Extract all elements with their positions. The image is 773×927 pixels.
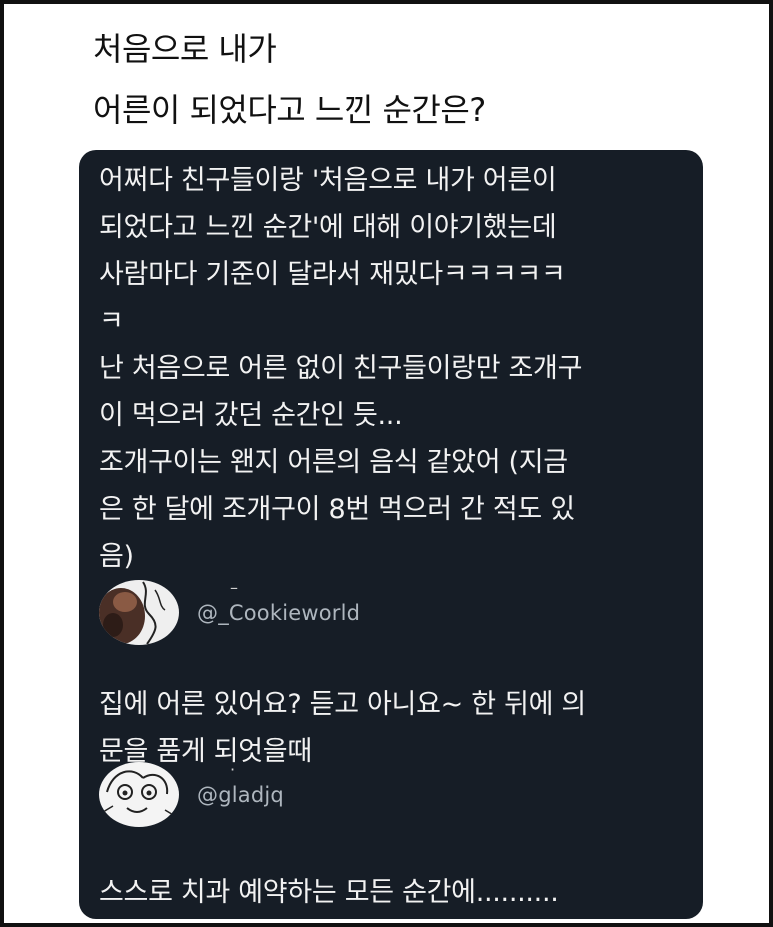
page-title-line-1: 처음으로 내가 [93,30,277,68]
tweet-text-2: 집에 어른 있어요? 듣고 아니요~ 한 뒤에 의 문을 품게 되엇을때 [99,689,586,767]
tweet-text-1: 어쩌다 친구들이랑 '처음으로 내가 어른이 되었다고 느낀 순간'에 대해 이… [99,165,583,572]
author-name-2: – [230,578,238,597]
author-handle-3[interactable]: @gladjq [197,783,284,807]
author-name-3: · [230,760,236,779]
screenshot-frame: 처음으로 내가 어른이 되었다고 느낀 순간은? 어쩌다 친구들이랑 '처음으로… [0,0,773,927]
page-title-line-2: 어른이 되었다고 느낀 순간은? [93,91,486,129]
tweet-text-3: 스스로 치과 예약하는 모든 순간에.......... [99,877,559,908]
cartoon-character-avatar[interactable] [99,762,179,827]
author-handle-2[interactable]: @_Cookieworld [197,601,360,625]
tweet-thread-card[interactable]: 어쩌다 친구들이랑 '처음으로 내가 어른이 되었다고 느낀 순간'에 대해 이… [79,150,703,919]
avatar-2-image [99,762,179,827]
profile-photo-avatar[interactable] [99,580,179,645]
avatar-1-image [99,580,179,645]
